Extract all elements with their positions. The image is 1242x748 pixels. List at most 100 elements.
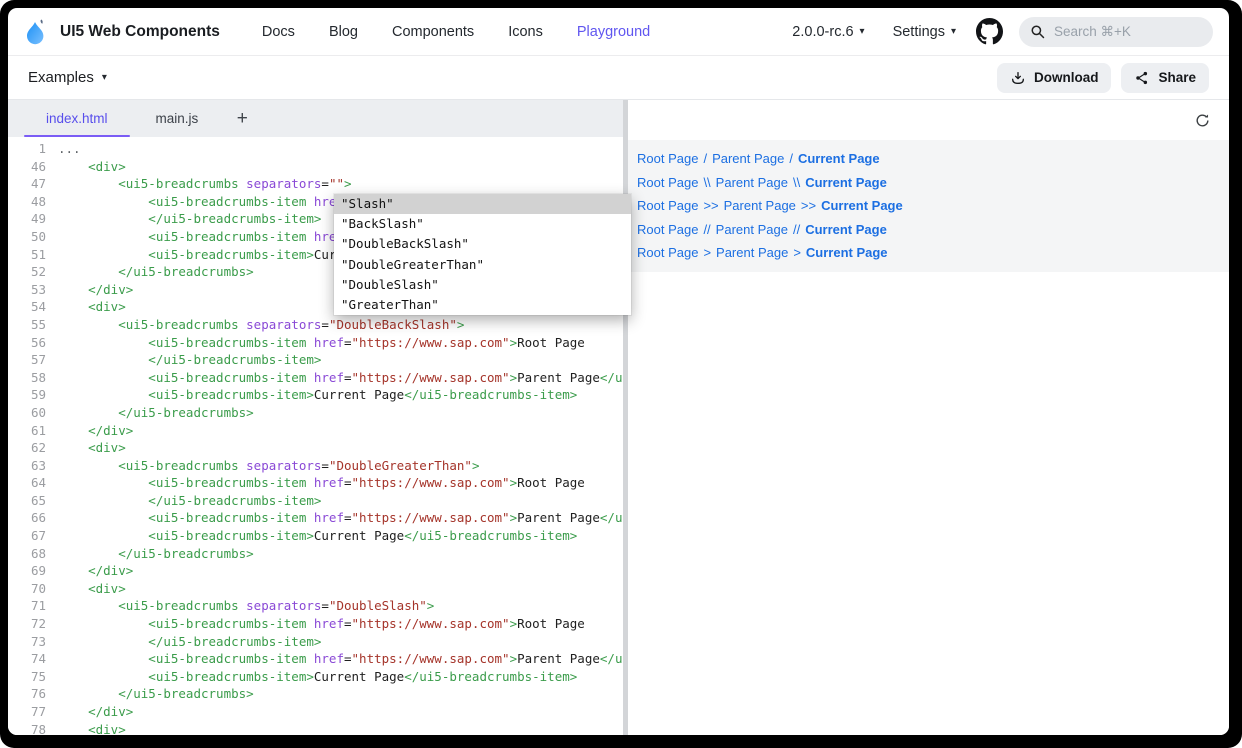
code-line[interactable]: 77 </div>	[8, 703, 623, 721]
code-line[interactable]: 69 </div>	[8, 562, 623, 580]
code-line[interactable]: 61 </div>	[8, 422, 623, 440]
editor-tab-bar: index.htmlmain.js +	[8, 100, 623, 137]
code-text: <div>	[46, 580, 623, 598]
code-line[interactable]: 75 <ui5-breadcrumbs-item>Current Page</u…	[8, 668, 623, 686]
breadcrumb-separator: \\	[703, 175, 710, 190]
line-number: 67	[8, 527, 46, 545]
breadcrumb-row: Root Page//Parent Page//Current Page	[637, 218, 1229, 242]
examples-label: Examples	[28, 69, 94, 86]
code-text: ...	[46, 140, 623, 158]
breadcrumb-link[interactable]: Parent Page	[712, 151, 784, 166]
nav-link-docs[interactable]: Docs	[262, 24, 295, 40]
code-line[interactable]: 66 <ui5-breadcrumbs-item href="https://w…	[8, 509, 623, 527]
line-number: 61	[8, 422, 46, 440]
plus-icon: +	[237, 108, 248, 130]
tab-index-html[interactable]: index.html	[22, 100, 132, 137]
search-input[interactable]	[1052, 23, 1202, 40]
code-line[interactable]: 71 <ui5-breadcrumbs separators="DoubleSl…	[8, 597, 623, 615]
breadcrumb-separator: /	[703, 151, 707, 166]
download-icon	[1010, 70, 1026, 86]
breadcrumb-row: Root Page/Parent Page/Current Page	[637, 147, 1229, 171]
breadcrumb-link[interactable]: Parent Page	[716, 245, 788, 260]
github-icon[interactable]	[976, 18, 1003, 45]
breadcrumb-row: Root Page\\Parent Page\\Current Page	[637, 171, 1229, 195]
line-number: 53	[8, 281, 46, 299]
nav-link-blog[interactable]: Blog	[329, 24, 358, 40]
download-button[interactable]: Download	[997, 63, 1112, 93]
main-split: index.htmlmain.js + 1...46 <div>47 <ui5-b…	[8, 100, 1229, 735]
breadcrumb-current: Current Page	[798, 151, 880, 166]
chevron-down-icon: ▾	[102, 73, 107, 83]
preview-pane: Root Page/Parent Page/Current PageRoot P…	[628, 100, 1229, 735]
autocomplete-option[interactable]: "Slash"	[334, 194, 631, 214]
chevron-down-icon: ▾	[951, 27, 956, 37]
share-button[interactable]: Share	[1121, 63, 1209, 93]
code-text: <ui5-breadcrumbs-item>Current Page</ui5-…	[46, 527, 623, 545]
code-line[interactable]: 55 <ui5-breadcrumbs separators="DoubleBa…	[8, 316, 623, 334]
code-line[interactable]: 63 <ui5-breadcrumbs separators="DoubleGr…	[8, 457, 623, 475]
code-line[interactable]: 73 </ui5-breadcrumbs-item>	[8, 633, 623, 651]
code-line[interactable]: 62 <div>	[8, 439, 623, 457]
line-number: 47	[8, 175, 46, 193]
autocomplete-option[interactable]: "GreaterThan"	[334, 295, 631, 315]
breadcrumb-link[interactable]: Root Page	[637, 222, 698, 237]
breadcrumb-link[interactable]: Parent Page	[716, 175, 788, 190]
code-line[interactable]: 74 <ui5-breadcrumbs-item href="https://w…	[8, 650, 623, 668]
code-line[interactable]: 65 </ui5-breadcrumbs-item>	[8, 492, 623, 510]
breadcrumb-current: Current Page	[805, 222, 887, 237]
new-tab-button[interactable]: +	[222, 100, 262, 137]
code-text: <ui5-breadcrumbs-item href="https://www.…	[46, 474, 623, 492]
code-line[interactable]: 78 <div>	[8, 721, 623, 735]
code-line[interactable]: 1...	[8, 140, 623, 158]
version-dropdown[interactable]: 2.0.0-rc.6 ▾	[792, 24, 864, 40]
line-number: 69	[8, 562, 46, 580]
line-number: 58	[8, 369, 46, 387]
code-line[interactable]: 46 <div>	[8, 158, 623, 176]
examples-dropdown[interactable]: Examples ▾	[28, 69, 107, 86]
autocomplete-option[interactable]: "BackSlash"	[334, 214, 631, 234]
code-text: <ui5-breadcrumbs separators="DoubleSlash…	[46, 597, 623, 615]
autocomplete-option[interactable]: "DoubleSlash"	[334, 275, 631, 295]
line-number: 68	[8, 545, 46, 563]
code-text: </ui5-breadcrumbs-item>	[46, 633, 623, 651]
code-text: </ui5-breadcrumbs-item>	[46, 351, 623, 369]
breadcrumb-link[interactable]: Root Page	[637, 198, 698, 213]
autocomplete-option[interactable]: "DoubleBackSlash"	[334, 234, 631, 254]
code-line[interactable]: 57 </ui5-breadcrumbs-item>	[8, 351, 623, 369]
refresh-icon[interactable]	[1194, 112, 1211, 129]
code-line[interactable]: 68 </ui5-breadcrumbs>	[8, 545, 623, 563]
code-text: </ui5-breadcrumbs>	[46, 404, 623, 422]
nav-link-components[interactable]: Components	[392, 24, 474, 40]
code-line[interactable]: 58 <ui5-breadcrumbs-item href="https://w…	[8, 369, 623, 387]
code-line[interactable]: 56 <ui5-breadcrumbs-item href="https://w…	[8, 334, 623, 352]
breadcrumb-link[interactable]: Root Page	[637, 175, 698, 190]
code-line[interactable]: 76 </ui5-breadcrumbs>	[8, 685, 623, 703]
breadcrumb-separator: >>	[703, 198, 718, 213]
code-line[interactable]: 70 <div>	[8, 580, 623, 598]
code-line[interactable]: 60 </ui5-breadcrumbs>	[8, 404, 623, 422]
line-number: 1	[8, 140, 46, 158]
breadcrumb-link[interactable]: Parent Page	[716, 222, 788, 237]
nav-link-icons[interactable]: Icons	[508, 24, 543, 40]
breadcrumb-link[interactable]: Parent Page	[724, 198, 796, 213]
ui5-flame-logo-icon	[24, 18, 50, 46]
breadcrumb-link[interactable]: Root Page	[637, 245, 698, 260]
main-nav: Docs Blog Components Icons Playground	[262, 24, 650, 40]
settings-dropdown[interactable]: Settings ▾	[893, 24, 956, 40]
code-text: <ui5-breadcrumbs-item href="https://www.…	[46, 615, 623, 633]
code-line[interactable]: 72 <ui5-breadcrumbs-item href="https://w…	[8, 615, 623, 633]
code-line[interactable]: 67 <ui5-breadcrumbs-item>Current Page</u…	[8, 527, 623, 545]
code-line[interactable]: 64 <ui5-breadcrumbs-item href="https://w…	[8, 474, 623, 492]
breadcrumbs-preview: Root Page/Parent Page/Current PageRoot P…	[628, 140, 1229, 272]
autocomplete-popup: "Slash""BackSlash""DoubleBackSlash""Doub…	[334, 194, 631, 315]
breadcrumb-link[interactable]: Root Page	[637, 151, 698, 166]
line-number: 71	[8, 597, 46, 615]
search-box[interactable]	[1019, 17, 1213, 47]
code-text: </ui5-breadcrumbs-item>	[46, 492, 623, 510]
nav-link-playground[interactable]: Playground	[577, 24, 650, 40]
code-line[interactable]: 59 <ui5-breadcrumbs-item>Current Page</u…	[8, 386, 623, 404]
tab-main-js[interactable]: main.js	[132, 100, 223, 137]
code-line[interactable]: 47 <ui5-breadcrumbs separators="">	[8, 175, 623, 193]
autocomplete-option[interactable]: "DoubleGreaterThan"	[334, 255, 631, 275]
top-header: UI5 Web Components DocsBlogComponentsIco…	[8, 8, 1229, 56]
